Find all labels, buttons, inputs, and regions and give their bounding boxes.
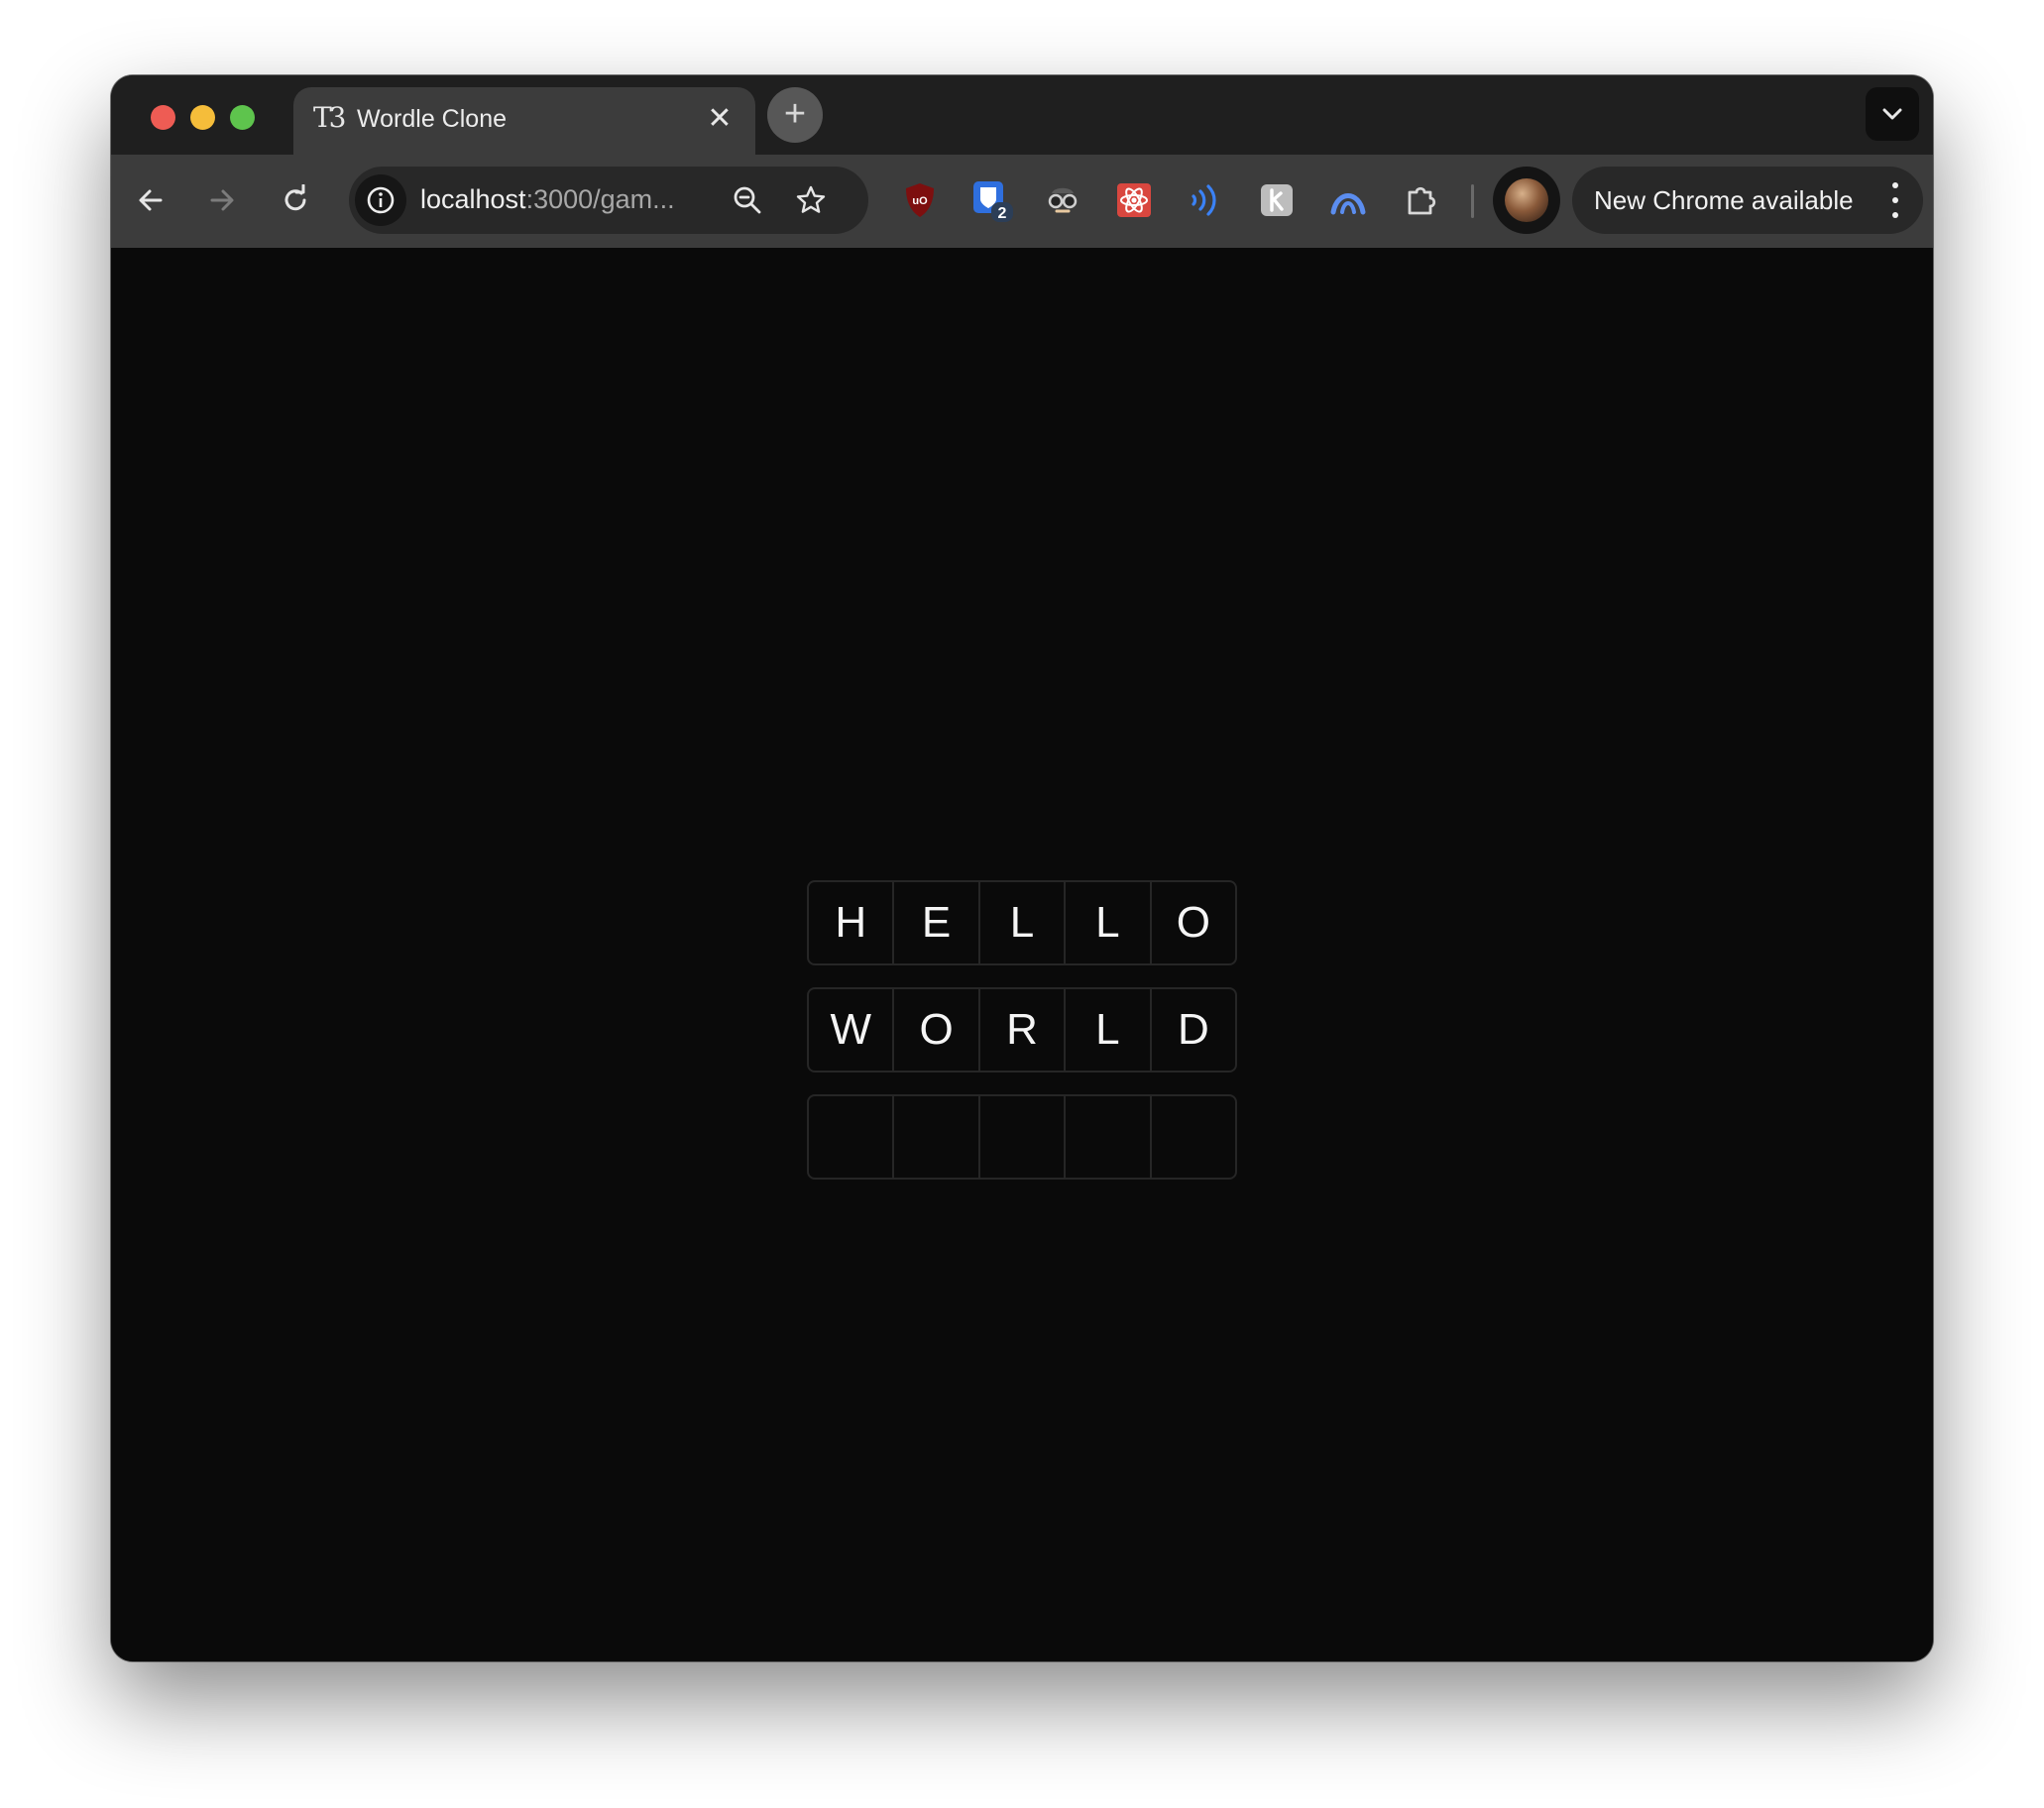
bitwarden-badge: 2: [998, 205, 1007, 222]
minimize-window-button[interactable]: [190, 105, 215, 130]
letter-tile: L: [1066, 882, 1152, 963]
close-window-button[interactable]: [151, 105, 175, 130]
letter-tile: W: [809, 989, 895, 1071]
t3-favicon-icon: T3: [313, 101, 346, 134]
guess-row: H E L L O: [807, 880, 1237, 965]
react-devtools-icon[interactable]: [1112, 178, 1156, 222]
page-content: H E L L O W O R L D: [111, 248, 1933, 1661]
reload-button[interactable]: [270, 174, 321, 226]
info-icon: [367, 186, 395, 214]
tab-wordle-clone[interactable]: T3 Wordle Clone ✕: [293, 87, 755, 155]
arrow-right-icon: [210, 189, 234, 211]
url-host: localhost: [420, 184, 526, 214]
empty-tile: [980, 1096, 1067, 1178]
empty-tile: [809, 1096, 895, 1178]
zoom-button[interactable]: [728, 180, 767, 220]
tab-search-button[interactable]: [1866, 87, 1919, 141]
close-tab-icon[interactable]: ✕: [702, 101, 738, 137]
url-path: :3000/gam...: [525, 184, 675, 214]
reload-icon: [284, 184, 306, 211]
letter-tile: L: [1066, 989, 1152, 1071]
letter-tile: H: [809, 882, 895, 963]
letter-tile: D: [1177, 1005, 1209, 1054]
browser-toolbar: localhost:3000/gam... uO 2 New Chrome av…: [111, 155, 1933, 248]
letter-tile: E: [894, 882, 980, 963]
letter-tile: L: [980, 882, 1067, 963]
chrome-update-button[interactable]: New Chrome available: [1572, 167, 1923, 234]
empty-tile: [1066, 1096, 1152, 1178]
ublock-origin-icon[interactable]: uO: [898, 178, 942, 222]
bitwarden-icon[interactable]: 2: [969, 178, 1013, 222]
back-button[interactable]: [125, 174, 176, 226]
address-bar[interactable]: localhost:3000/gam...: [349, 167, 868, 234]
spy-glasses-icon[interactable]: [1041, 178, 1084, 222]
broadcast-waves-icon[interactable]: [1184, 178, 1227, 222]
empty-tile: [1152, 1096, 1235, 1178]
letter-tile: R: [980, 989, 1067, 1071]
site-info-button[interactable]: [355, 174, 406, 226]
more-menu-icon[interactable]: [1887, 182, 1903, 218]
toolbar-divider: [1471, 184, 1474, 218]
arc-extension-icon[interactable]: [1326, 178, 1370, 222]
k-extension-icon[interactable]: [1255, 178, 1299, 222]
chevron-down-icon: [1882, 108, 1902, 120]
avatar-image: [1505, 178, 1548, 222]
bookmark-button[interactable]: [791, 180, 831, 220]
guess-row-empty: [807, 1094, 1237, 1180]
url-text[interactable]: localhost:3000/gam...: [420, 184, 675, 215]
svg-text:uO: uO: [912, 195, 928, 207]
zoom-out-icon: [734, 186, 761, 214]
update-label: New Chrome available: [1594, 185, 1854, 215]
puzzle-piece-icon[interactable]: [1400, 178, 1443, 222]
star-icon: [796, 185, 826, 213]
maximize-window-button[interactable]: [230, 105, 255, 130]
tab-title: Wordle Clone: [357, 105, 508, 133]
new-tab-button[interactable]: +: [767, 87, 823, 143]
arrow-left-icon: [139, 189, 163, 211]
guess-row: W O R L D: [807, 987, 1237, 1073]
tab-strip: T3 Wordle Clone ✕ +: [111, 75, 1933, 155]
letter-tile: O: [894, 989, 980, 1071]
letter-tile: O: [1176, 898, 1210, 947]
forward-button[interactable]: [196, 174, 248, 226]
wordle-board: H E L L O W O R L D: [807, 880, 1237, 1180]
empty-tile: [894, 1096, 980, 1178]
profile-avatar[interactable]: [1493, 167, 1560, 234]
browser-window: T3 Wordle Clone ✕ + localhost:3000/gam..…: [111, 75, 1933, 1661]
